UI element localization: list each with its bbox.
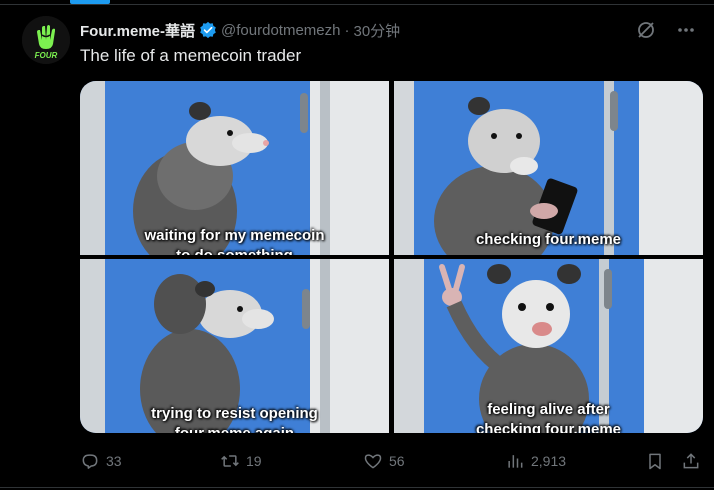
media-panel-4[interactable]: feeling alive after checking four.meme xyxy=(394,259,703,433)
timestamp[interactable]: 30分钟 xyxy=(353,20,400,41)
bookmark-button[interactable] xyxy=(645,451,665,471)
share-icon xyxy=(683,453,699,469)
divider xyxy=(0,487,714,488)
share-button[interactable] xyxy=(681,451,701,471)
media-grid: waiting for my memecoin to do something … xyxy=(80,81,703,433)
panel-caption: trying to resist opening four.meme again xyxy=(151,405,318,433)
avatar[interactable]: FOUR xyxy=(22,16,70,64)
hand-logo-icon: FOUR xyxy=(22,16,70,64)
media-panel-1[interactable]: waiting for my memecoin to do something xyxy=(80,81,389,255)
header-actions xyxy=(636,20,696,40)
media-panel-2[interactable]: checking four.meme xyxy=(394,81,703,255)
heart-icon xyxy=(364,454,382,469)
opossum-phone-image xyxy=(394,81,703,255)
views-button[interactable]: 2,913 xyxy=(505,451,566,471)
like-button[interactable]: 56 xyxy=(363,451,405,471)
verified-badge-icon[interactable] xyxy=(199,21,217,39)
like-count: 56 xyxy=(389,453,405,469)
divider xyxy=(0,4,714,5)
tweet-header: Four.meme-華語 @fourdotmemezh · 30分钟 xyxy=(80,19,400,41)
panel-caption: checking four.meme xyxy=(475,231,622,248)
view-count: 2,913 xyxy=(531,453,567,469)
retweet-count: 19 xyxy=(246,453,262,469)
reply-icon xyxy=(82,454,98,469)
bookmark-icon xyxy=(649,453,661,470)
grok-icon[interactable] xyxy=(636,20,656,40)
more-options-icon[interactable] xyxy=(676,20,696,40)
panel-caption: feeling alive after checking four.meme xyxy=(475,401,622,433)
display-name[interactable]: Four.meme-華語 xyxy=(80,20,195,41)
separator-dot: · xyxy=(344,21,350,39)
panel-caption: waiting for my memecoin to do something xyxy=(144,227,325,255)
reply-count: 33 xyxy=(106,453,122,469)
user-handle[interactable]: @fourdotmemezh xyxy=(221,22,340,39)
tweet-text: The life of a memecoin trader xyxy=(80,46,302,65)
reply-button[interactable]: 33 xyxy=(80,451,122,471)
analytics-icon xyxy=(508,455,523,468)
media-panel-3[interactable]: trying to resist opening four.meme again xyxy=(80,259,389,433)
retweet-button[interactable]: 19 xyxy=(220,451,262,471)
retweet-icon xyxy=(221,455,239,467)
logo-text: FOUR xyxy=(35,51,58,60)
tweet-actions: 33 19 56 2,913 xyxy=(80,450,704,472)
